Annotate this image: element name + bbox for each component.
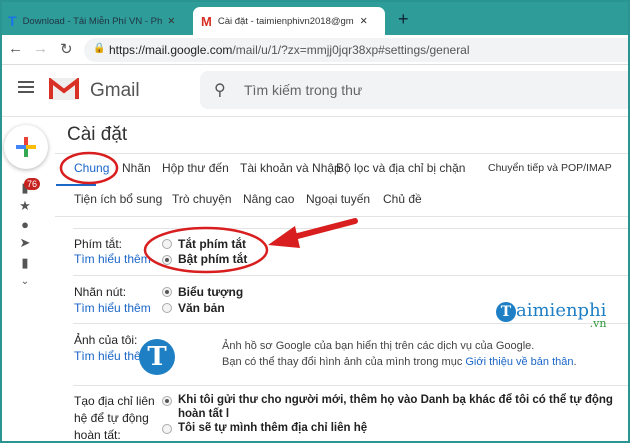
annotation-ellipse-chung	[59, 151, 119, 185]
annotation-overlay	[59, 151, 358, 274]
annotation-arrow-head	[268, 226, 300, 248]
annotation-arrow-shaft	[287, 218, 358, 241]
annotation-ellipse-shortcuts	[143, 226, 269, 274]
